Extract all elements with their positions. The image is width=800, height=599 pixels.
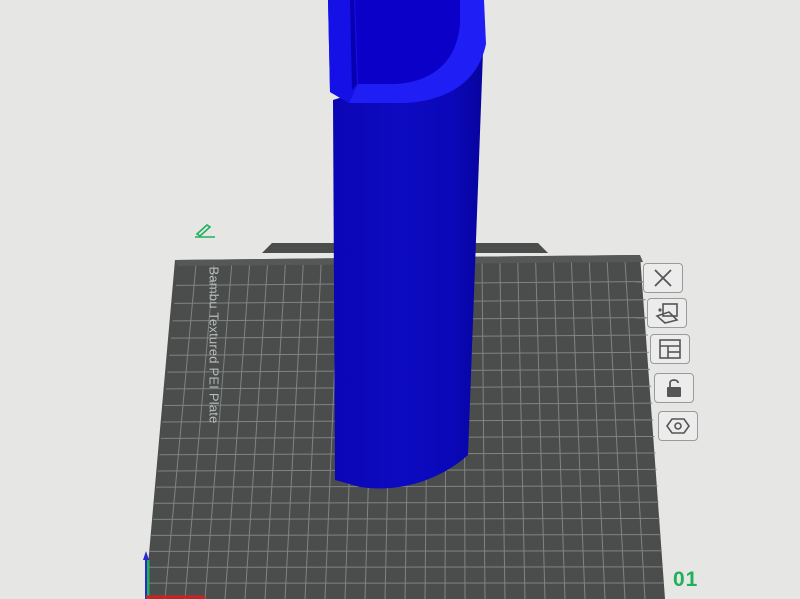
- orient-plate-button[interactable]: [647, 298, 687, 328]
- arrange-plate-button[interactable]: [650, 334, 690, 364]
- lock-plate-button[interactable]: [654, 373, 694, 403]
- grid-line: [149, 550, 662, 552]
- lock-plate-icon: [667, 379, 681, 397]
- 3d-viewport[interactable]: Bambu Textured PEI Plate 01: [0, 0, 800, 599]
- model-object: [328, 0, 486, 489]
- close-plate-button[interactable]: [643, 263, 683, 293]
- edit-plate-name-icon[interactable]: [193, 222, 217, 238]
- plate-type-label: Bambu Textured PEI Plate: [206, 266, 222, 424]
- plate-settings-button[interactable]: [658, 411, 698, 441]
- close-plate-icon: [654, 269, 672, 287]
- arrange-plate-icon: [659, 339, 681, 359]
- plate-settings-icon: [666, 418, 690, 434]
- orient-plate-icon: [655, 303, 679, 324]
- plate-number: 01: [673, 568, 699, 591]
